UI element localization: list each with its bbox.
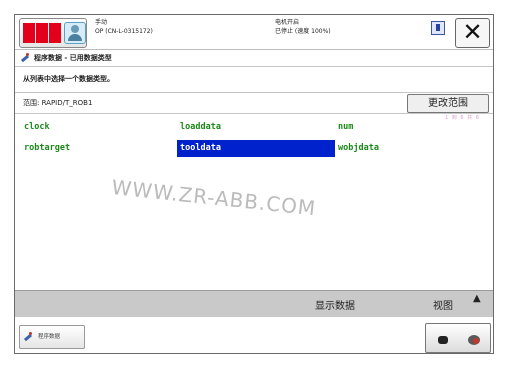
page-title: 程序数据 - 已用数据类型 <box>34 54 112 62</box>
abb-logo <box>23 23 61 43</box>
scroll-up-icon[interactable]: ▲ <box>473 293 481 304</box>
data-type-item-selected[interactable]: tooldata <box>177 140 335 157</box>
abb-menu-button[interactable] <box>19 18 87 48</box>
data-type-item[interactable]: num <box>335 119 448 136</box>
data-type-item[interactable]: robtarget <box>21 140 164 157</box>
data-type-item[interactable]: clock <box>21 119 164 136</box>
data-type-item[interactable]: loaddata <box>177 119 330 136</box>
status-motor-block: 电机开启 已停止 (速度 100%) <box>275 18 331 36</box>
show-data-button[interactable]: 显示数据 <box>315 297 355 312</box>
status-mode-block: 手动 OP (CN-L-0315172) <box>95 18 153 36</box>
motor-state-text: 电机开启 <box>275 19 300 26</box>
page-title-row: 程序数据 - 已用数据类型 <box>21 51 112 65</box>
change-scope-button[interactable]: 更改范围 <box>407 94 489 113</box>
status-window-icon[interactable] <box>431 21 445 35</box>
quickset-button[interactable] <box>425 323 491 353</box>
taskbar: 程序数据 <box>15 317 493 353</box>
command-bar: 显示数据 视图 ▲ <box>15 290 493 318</box>
scope-row: 范围: RAPID/T_ROB1 更改范围 <box>15 92 493 114</box>
program-data-icon <box>24 332 34 342</box>
robot-icon <box>438 336 448 344</box>
data-type-item[interactable]: wobjdata <box>335 140 448 157</box>
task-label: 程序数据 <box>38 334 61 340</box>
scope-text: 范围: RAPID/T_ROB1 <box>23 99 93 107</box>
controller-text: OP (CN-L-0315172) <box>95 28 153 35</box>
speed-icon <box>468 335 480 345</box>
instruction-text: 从列表中选择一个数据类型。 <box>23 75 114 83</box>
program-data-icon <box>21 53 31 63</box>
flexpendant-screen: 手动 OP (CN-L-0315172) 电机开启 已停止 (速度 100%) … <box>14 14 494 354</box>
task-program-data[interactable]: 程序数据 <box>19 325 85 349</box>
user-icon <box>64 22 86 44</box>
item-counter: 1 到 6 共 6 <box>445 115 480 121</box>
mode-text: 手动 <box>95 19 108 26</box>
watermark: WWW.ZR-ABB.COM <box>110 175 318 221</box>
run-state-text: 已停止 (速度 100%) <box>275 28 331 35</box>
view-menu-button[interactable]: 视图 <box>433 297 453 312</box>
divider <box>15 66 493 67</box>
top-bar: 手动 OP (CN-L-0315172) 电机开启 已停止 (速度 100%) … <box>15 15 493 50</box>
close-button[interactable]: ✕ <box>455 18 490 48</box>
